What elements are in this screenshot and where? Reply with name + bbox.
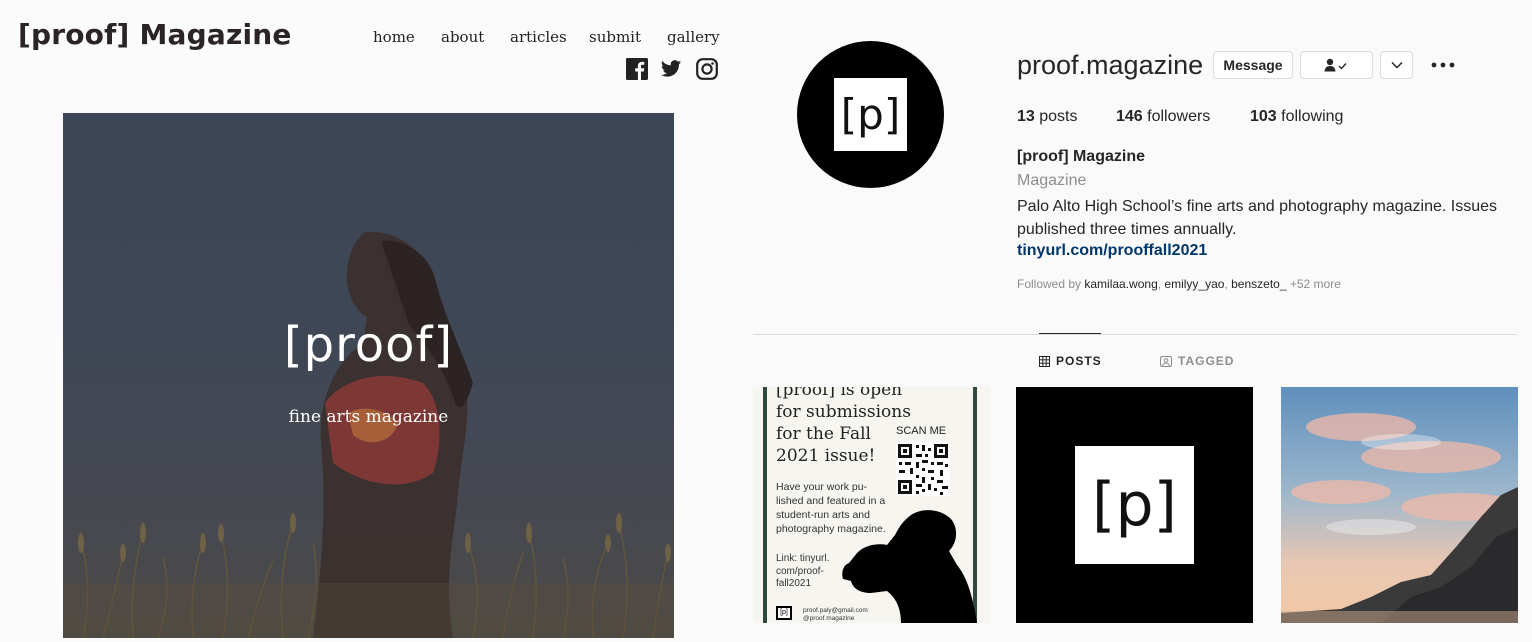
- posts-count: 13 posts: [1017, 108, 1078, 125]
- flyer-border: [763, 387, 767, 623]
- follower-link[interactable]: kamilaa.wong: [1084, 277, 1157, 291]
- nav-articles[interactable]: articles: [510, 28, 567, 46]
- hero-photo: [63, 231, 674, 638]
- follower-link[interactable]: benszeto_: [1231, 277, 1286, 291]
- nav-gallery[interactable]: gallery: [667, 28, 720, 46]
- flyer-headline: [proof] is open for submissions for the …: [776, 387, 911, 466]
- avatar-logo: [p]: [834, 78, 907, 151]
- bio-category: Magazine: [1017, 172, 1087, 189]
- nav-submit[interactable]: submit: [589, 28, 641, 46]
- flyer-footer-logo: [p]: [776, 606, 792, 620]
- profile-username: proof.magazine: [1017, 50, 1204, 80]
- site-title[interactable]: [proof] Magazine: [18, 18, 292, 51]
- post-thumbnail[interactable]: [p]: [1016, 387, 1253, 623]
- instagram-icon[interactable]: [696, 58, 718, 80]
- more-options-icon[interactable]: [1430, 54, 1456, 76]
- followed-by: Followed by kamilaa.wong, emilyy_yao, be…: [1017, 277, 1341, 291]
- profile-avatar[interactable]: [p]: [797, 41, 944, 188]
- twitter-icon[interactable]: [660, 58, 682, 80]
- post-thumbnail[interactable]: [proof] is open for submissions for the …: [753, 387, 990, 623]
- followed-by-more[interactable]: +52 more: [1290, 277, 1341, 291]
- tab-posts[interactable]: POSTS: [1039, 354, 1102, 368]
- message-button[interactable]: Message: [1213, 51, 1293, 79]
- person-check-icon: [1324, 58, 1347, 72]
- website-panel: [proof] Magazine home about articles sub…: [0, 0, 734, 642]
- following-button[interactable]: [1300, 51, 1373, 79]
- tagged-icon: [1160, 356, 1172, 367]
- nav-home[interactable]: home: [373, 28, 415, 46]
- qr-code-icon: [896, 442, 950, 496]
- followers-count[interactable]: 146 followers: [1116, 108, 1210, 126]
- landscape-photo: [1281, 387, 1518, 623]
- grid-icon: [1039, 355, 1050, 367]
- tab-tagged[interactable]: TAGGED: [1160, 354, 1234, 368]
- nav-about[interactable]: about: [441, 28, 484, 46]
- hero-title: [proof]: [283, 317, 454, 373]
- bio-text: Palo Alto High School’s fine arts and ph…: [1017, 198, 1497, 238]
- follower-link[interactable]: emilyy_yao: [1164, 277, 1224, 291]
- flyer-scan-label: SCAN ME: [896, 425, 947, 437]
- photographer-silhouette: [842, 510, 977, 623]
- hero-subtitle: fine arts magazine: [288, 407, 449, 427]
- tabs-divider: [753, 334, 1517, 335]
- bio-link[interactable]: tinyurl.com/prooffall2021: [1017, 242, 1207, 260]
- bio-name: [proof] Magazine: [1017, 148, 1145, 165]
- post-logo: [p]: [1075, 446, 1194, 564]
- instagram-profile-panel: [p] proof.magazine Message 13 posts 146 …: [734, 0, 1532, 642]
- active-tab-indicator: [1039, 333, 1101, 334]
- flyer-link-text: Link: tinyurl. com/proof-fall2021: [776, 553, 830, 589]
- suggestions-dropdown-button[interactable]: [1380, 51, 1413, 79]
- hero-image: [proof] fine arts magazine: [63, 113, 674, 638]
- facebook-icon[interactable]: [626, 58, 648, 80]
- flyer-footer-text: proof.paly@gmail.com @proof.magazine: [803, 607, 868, 622]
- chevron-down-icon: [1390, 61, 1403, 69]
- post-thumbnail[interactable]: [1281, 387, 1518, 623]
- following-count[interactable]: 103 following: [1250, 108, 1343, 126]
